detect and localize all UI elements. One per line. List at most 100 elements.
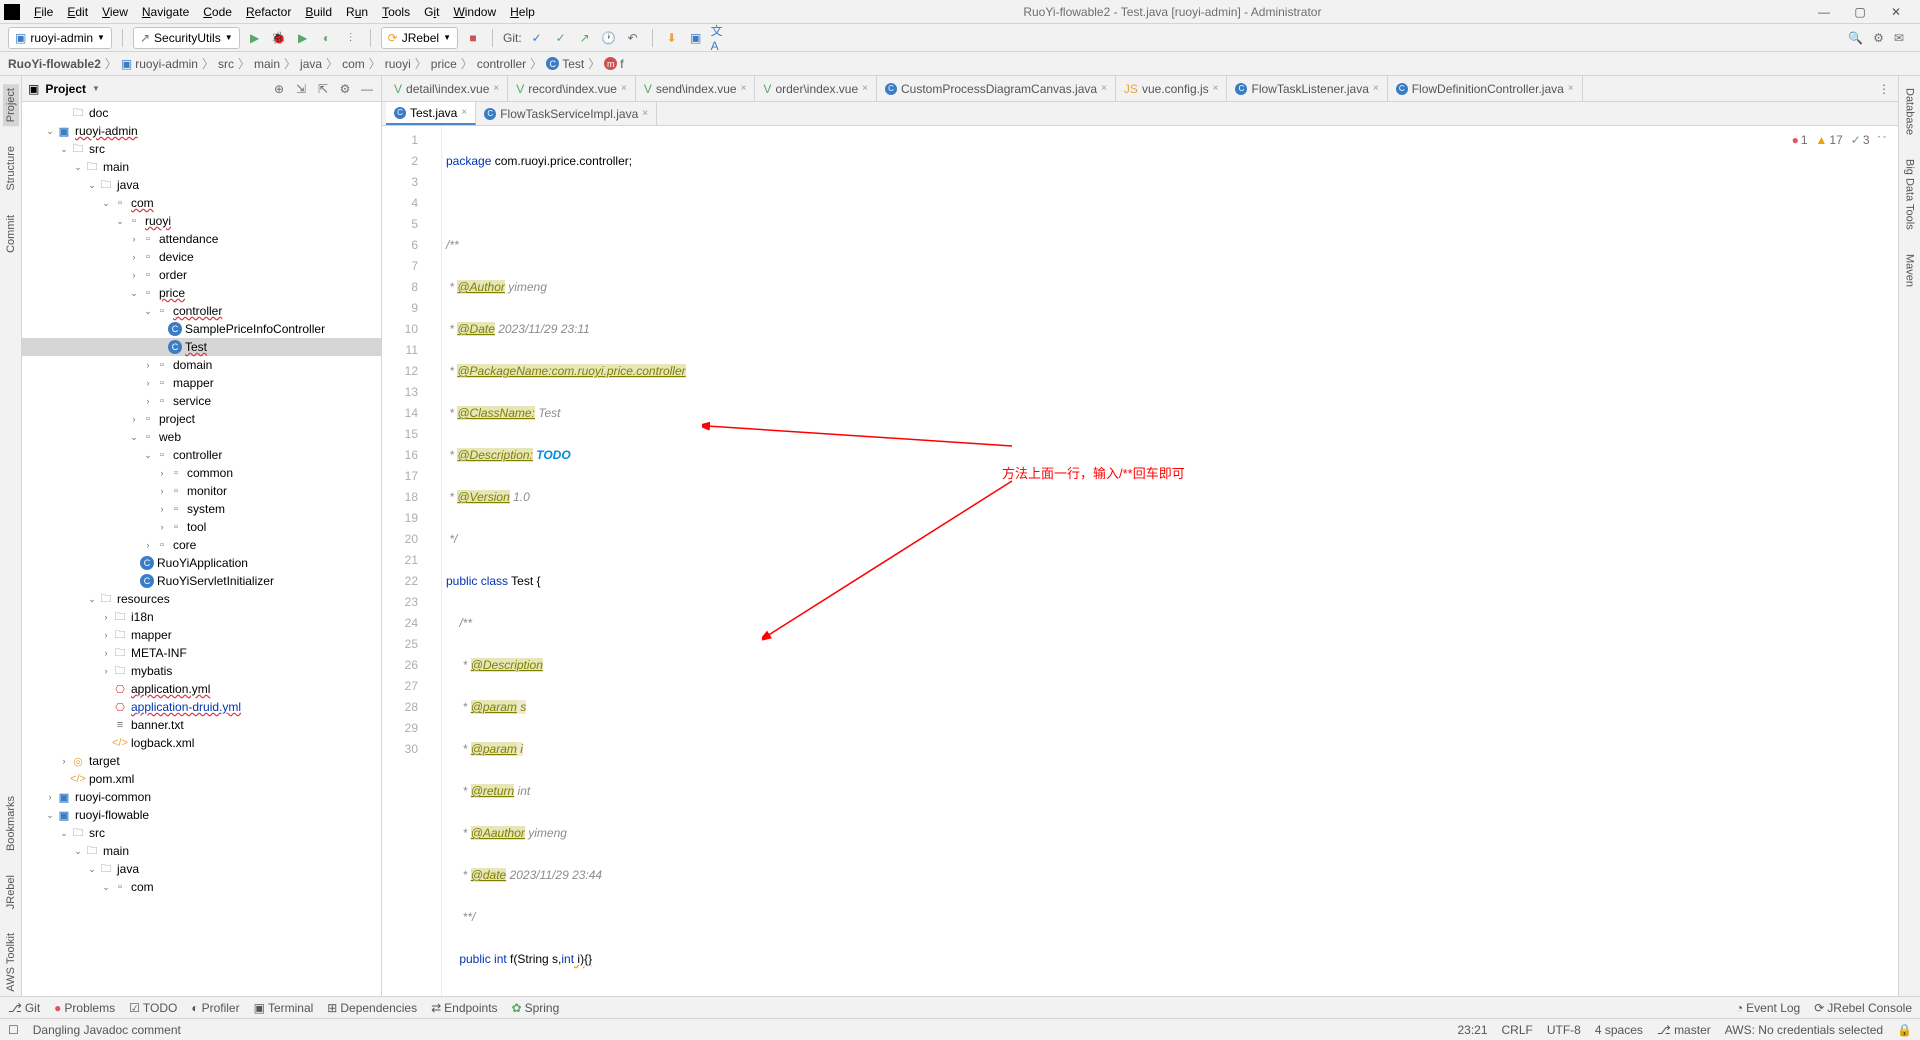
editor-tab[interactable]: JSvue.config.js× <box>1116 76 1228 101</box>
mail-icon[interactable]: ✉ <box>1894 31 1904 45</box>
crumb[interactable]: m f <box>604 57 623 71</box>
status-enc[interactable]: UTF-8 <box>1547 1023 1581 1037</box>
tree-node[interactable]: ⌄▣ruoyi-flowable <box>22 806 381 824</box>
menu-navigate[interactable]: Navigate <box>136 3 195 21</box>
tab-jrebel[interactable]: JRebel <box>3 871 19 913</box>
maximize-button[interactable]: ▢ <box>1848 5 1872 19</box>
editor-tab[interactable]: CCustomProcessDiagramCanvas.java× <box>877 76 1116 101</box>
tree-node[interactable]: ›▫monitor <box>22 482 381 500</box>
status-indent[interactable]: 4 spaces <box>1595 1023 1643 1037</box>
tab-commit[interactable]: Commit <box>3 211 19 257</box>
menu-run[interactable]: Run <box>340 3 374 21</box>
menu-view[interactable]: View <box>96 3 134 21</box>
hide-icon[interactable]: — <box>359 81 375 97</box>
menu-refactor[interactable]: Refactor <box>240 3 297 21</box>
bottom-eventlog[interactable]: ◔ Event Log <box>1736 1001 1800 1015</box>
crumb[interactable]: C Test <box>546 57 584 71</box>
status-aws[interactable]: AWS: No credentials selected <box>1725 1023 1883 1037</box>
fold-gutter[interactable] <box>426 126 442 996</box>
chevron-icon[interactable]: ˆ ˇ <box>1878 130 1887 151</box>
gear-icon[interactable]: ⚙ <box>337 81 353 97</box>
editor-tab[interactable]: Vsend\index.vue× <box>636 76 756 101</box>
bottom-problems[interactable]: ● Problems <box>54 1001 115 1015</box>
crumb[interactable]: price <box>431 57 457 71</box>
tree-node[interactable]: ⌄▫web <box>22 428 381 446</box>
git-commit-button[interactable]: ✓ <box>552 29 570 47</box>
editor-subtab[interactable]: CFlowTaskServiceImpl.java× <box>476 102 657 125</box>
tree-node[interactable]: ›◎target <box>22 752 381 770</box>
gear-icon[interactable]: ⚙ <box>1873 31 1884 45</box>
code-area[interactable]: package com.ruoyi.price.controller; /** … <box>442 126 1898 996</box>
tree-body[interactable]: 🗀doc⌄▣ruoyi-admin⌄🗀src⌄🗀main⌄🗀java⌄▫com⌄… <box>22 102 381 996</box>
profile-button[interactable]: ◐ <box>318 29 336 47</box>
tree-node[interactable]: ›🗀mapper <box>22 626 381 644</box>
chevron-down-icon[interactable]: ▼ <box>92 84 100 93</box>
git-rollback-button[interactable]: ↶ <box>624 29 642 47</box>
status-eol[interactable]: CRLF <box>1502 1023 1533 1037</box>
tree-node[interactable]: ⌄▫price <box>22 284 381 302</box>
tree-node[interactable]: ⌄🗀java <box>22 176 381 194</box>
bottom-todo[interactable]: ☑ TODO <box>129 1001 177 1015</box>
menu-file[interactable]: File <box>28 3 59 21</box>
search-icon[interactable]: 🔍 <box>1848 31 1863 45</box>
editor[interactable]: 1234567891011121314151617181920212223242… <box>382 126 1898 996</box>
menu-build[interactable]: Build <box>299 3 338 21</box>
status-branch[interactable]: ⎇ master <box>1657 1023 1711 1037</box>
tree-node[interactable]: ›▫service <box>22 392 381 410</box>
codewithme-button[interactable]: ▣ <box>687 29 705 47</box>
run-button[interactable]: ▶ <box>246 29 264 47</box>
tree-node[interactable]: CRuoYiApplication <box>22 554 381 572</box>
bottom-profiler[interactable]: ◐ Profiler <box>191 1001 239 1015</box>
tree-node[interactable]: CTest <box>22 338 381 356</box>
tree-node[interactable]: </>logback.xml <box>22 734 381 752</box>
git-history-button[interactable]: 🕐 <box>600 29 618 47</box>
coverage-button[interactable]: ▶ <box>294 29 312 47</box>
collapse-icon[interactable]: ⇱ <box>315 81 331 97</box>
tree-node[interactable]: ›▫core <box>22 536 381 554</box>
editor-tab[interactable]: Vdetail\index.vue× <box>386 76 508 101</box>
bottom-terminal[interactable]: ▣ Terminal <box>254 1001 314 1015</box>
module-selector[interactable]: ▣ ruoyi-admin ▼ <box>8 27 112 49</box>
menu-window[interactable]: Window <box>447 3 502 21</box>
editor-tab[interactable]: Vrecord\index.vue× <box>508 76 636 101</box>
tab-project[interactable]: Project <box>3 84 19 126</box>
tree-node[interactable]: ⌄🗀java <box>22 860 381 878</box>
crumb[interactable]: java <box>300 57 322 71</box>
tree-node[interactable]: ›▫device <box>22 248 381 266</box>
status-lock-icon[interactable]: 🔒 <box>1897 1023 1912 1037</box>
tab-bigdata[interactable]: Big Data Tools <box>1902 155 1918 234</box>
warning-count[interactable]: 17 <box>1816 130 1843 151</box>
tree-node[interactable]: CSamplePriceInfoController <box>22 320 381 338</box>
inspections-widget[interactable]: 1 17 3 ˆ ˇ <box>1792 130 1886 151</box>
tree-node[interactable]: ›▫mapper <box>22 374 381 392</box>
tree-node[interactable]: ⌄▫controller <box>22 446 381 464</box>
crumb[interactable]: main <box>254 57 280 71</box>
tree-node[interactable]: ›▫system <box>22 500 381 518</box>
bottom-spring[interactable]: ✿ Spring <box>512 1001 560 1015</box>
runconfig-selector[interactable]: ↗ SecurityUtils ▼ <box>133 27 240 49</box>
menu-code[interactable]: Code <box>197 3 238 21</box>
bottom-jrebel[interactable]: ⟳ JRebel Console <box>1814 1001 1912 1015</box>
tree-node[interactable]: ›▫project <box>22 410 381 428</box>
more-run-button[interactable]: ⋮ <box>342 29 360 47</box>
crumb[interactable]: RuoYi-flowable2 <box>8 57 101 71</box>
crumb[interactable]: src <box>218 57 234 71</box>
tree-node[interactable]: ›▣ruoyi-common <box>22 788 381 806</box>
tree-node[interactable]: ›▫order <box>22 266 381 284</box>
tab-aws[interactable]: AWS Toolkit <box>3 929 19 996</box>
tab-maven[interactable]: Maven <box>1902 250 1918 291</box>
menu-git[interactable]: Git <box>418 3 445 21</box>
editor-tab[interactable]: CFlowTaskListener.java× <box>1227 76 1387 101</box>
status-icon[interactable]: ☐ <box>8 1023 19 1037</box>
bottom-deps[interactable]: ⊞ Dependencies <box>327 1001 417 1015</box>
tab-database[interactable]: Database <box>1902 84 1918 139</box>
build-button[interactable]: ⬇ <box>663 29 681 47</box>
close-button[interactable]: ✕ <box>1884 5 1908 19</box>
tree-node[interactable]: ›▫common <box>22 464 381 482</box>
tree-node[interactable]: ›▫domain <box>22 356 381 374</box>
crumb[interactable]: ruoyi <box>385 57 411 71</box>
crumb[interactable]: controller <box>477 57 526 71</box>
weak-count[interactable]: 3 <box>1851 130 1870 151</box>
tabs-more[interactable]: ⋮ <box>1870 82 1898 96</box>
git-push-button[interactable]: ↗ <box>576 29 594 47</box>
